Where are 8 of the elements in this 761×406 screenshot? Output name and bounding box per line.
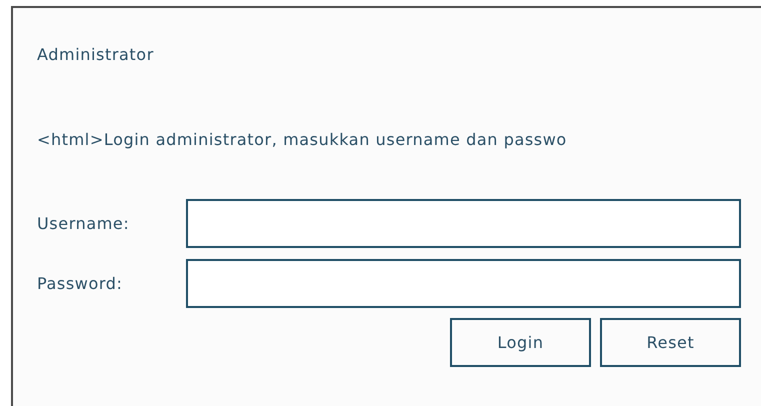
login-button[interactable]: Login [450,318,591,367]
login-button[interactable]: Reset [600,318,741,367]
input-field[interactable] [186,199,741,248]
field-label: Username: [37,214,130,233]
instruction-text: <html>Login administrator, masukkan username dan passwo [37,130,567,149]
field-label: Password: [37,274,124,293]
input-field[interactable] [186,259,741,308]
panel-title: Administrator [37,45,154,64]
